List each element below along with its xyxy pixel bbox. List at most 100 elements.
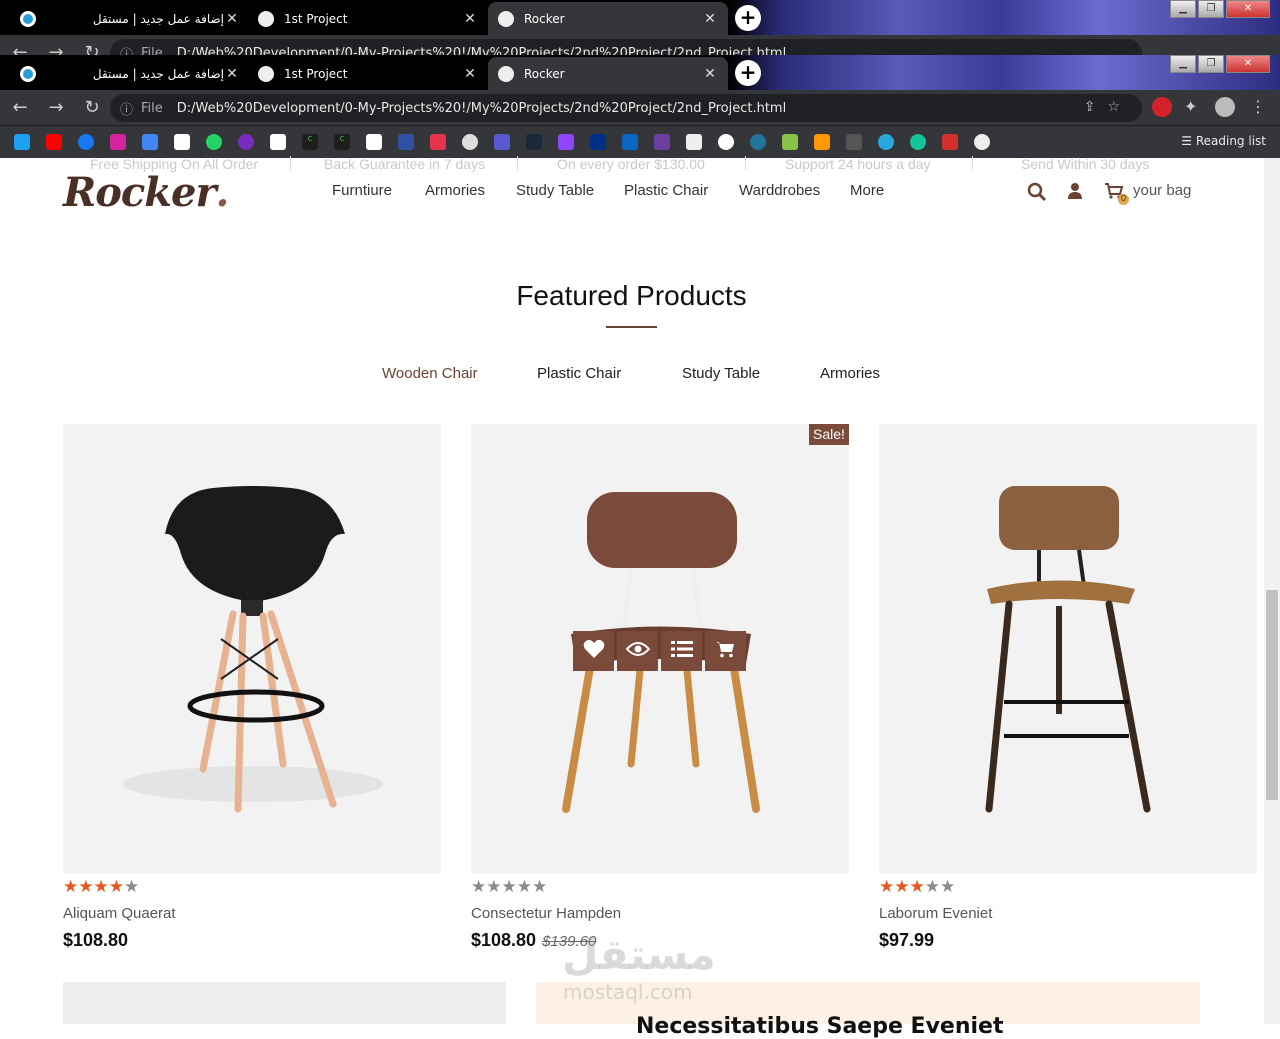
c-icon[interactable]: c (334, 134, 350, 150)
share-star-icons[interactable]: ⇪☆ (1084, 99, 1132, 115)
address-bar[interactable]: ⓘ File D:/Web%20Development/0-My-Project… (110, 39, 1142, 55)
site-logo[interactable]: Rocker. (63, 169, 229, 216)
paypal-icon[interactable] (590, 134, 606, 150)
bookmark-icon[interactable] (686, 134, 702, 150)
tab-mostaql[interactable]: إضافة عمل جديد | مستقل ✕ (10, 2, 250, 35)
twitch-icon[interactable] (558, 134, 574, 150)
nav-item-armories[interactable]: Armories (425, 182, 485, 199)
close-icon[interactable]: ✕ (462, 66, 478, 82)
tab-rocker[interactable]: Rocker ✕ (488, 57, 728, 90)
nav-item-more[interactable]: More (850, 182, 884, 199)
window-close-button[interactable]: ✕ (1226, 55, 1270, 73)
nav-item-furniture[interactable]: Furntiure (332, 182, 392, 199)
address-bar[interactable]: ⓘ File D:/Web%20Development/0-My-Project… (110, 94, 1142, 122)
filter-plastic-chair[interactable]: Plastic Chair (537, 365, 621, 382)
watermark-url: mostaql.com (563, 980, 693, 1004)
facebook-icon[interactable] (78, 134, 94, 150)
wishlist-button[interactable] (573, 631, 614, 671)
linkedin-icon[interactable] (622, 134, 638, 150)
puzzle-icon[interactable]: ✦ (1184, 97, 1204, 117)
scrollbar-thumb[interactable] (1266, 590, 1278, 800)
reload-icon[interactable]: ↻ (76, 97, 108, 118)
product-name[interactable]: Laborum Eveniet (879, 905, 992, 922)
product-price: $97.99 (879, 930, 935, 950)
k-icon[interactable] (430, 134, 446, 150)
bookmark-icon[interactable] (782, 134, 798, 150)
close-icon[interactable]: ✕ (462, 11, 478, 27)
tab-1st-project[interactable]: 1st Project ✕ (248, 2, 488, 35)
browser-chrome-duplicate: إضافة عمل جديد | مستقل ✕ 1st Project ✕ R… (0, 0, 1280, 55)
avatar[interactable] (1215, 97, 1235, 117)
forward-icon[interactable]: → (40, 97, 72, 118)
translate-icon[interactable] (142, 134, 158, 150)
bookmark-icon[interactable] (654, 134, 670, 150)
cart-count-badge: 0 (1118, 194, 1129, 205)
minimize-button[interactable]: ▁ (1170, 0, 1196, 18)
menu-dots-icon[interactable]: ⋮ (1250, 97, 1270, 117)
instagram-icon[interactable] (110, 134, 126, 150)
info-icon[interactable]: ⓘ (120, 44, 133, 56)
filter-wooden-chair[interactable]: Wooden Chair (382, 365, 478, 382)
steam-icon[interactable] (526, 134, 542, 150)
wordpress-icon[interactable] (750, 134, 766, 150)
close-icon[interactable]: ✕ (702, 11, 718, 27)
twitter-icon[interactable] (14, 134, 30, 150)
globe-icon (258, 10, 274, 27)
product-card[interactable] (879, 424, 1257, 874)
product-card[interactable] (63, 424, 441, 874)
codepen-icon[interactable] (174, 134, 190, 150)
youtube-icon[interactable] (46, 134, 62, 150)
bookmark-icon[interactable] (462, 134, 478, 150)
mal-icon[interactable] (398, 134, 414, 150)
info-icon[interactable]: ⓘ (120, 99, 133, 118)
close-icon[interactable]: ✕ (702, 66, 718, 82)
nav-item-study-table[interactable]: Study Table (516, 182, 594, 199)
new-tab-button[interactable]: + (735, 60, 761, 86)
back-icon[interactable]: ← (4, 42, 36, 55)
window-close-button[interactable]: ✕ (1226, 0, 1270, 18)
udemy-icon[interactable] (238, 134, 254, 150)
wix-icon[interactable] (366, 134, 382, 150)
adblock-icon[interactable] (1152, 97, 1172, 117)
c-icon[interactable]: c (302, 134, 318, 150)
cart-icon (715, 640, 737, 662)
toolbar: ← → ↻ ⓘ File D:/Web%20Development/0-My-P… (0, 90, 1280, 125)
tab-rocker[interactable]: Rocker ✕ (488, 2, 728, 35)
tab-1st-project[interactable]: 1st Project ✕ (248, 57, 488, 90)
grammarly-icon[interactable] (910, 134, 926, 150)
filter-armories[interactable]: Armories (820, 365, 880, 382)
product-name[interactable]: Aliquam Quaerat (63, 905, 176, 922)
maximize-button[interactable]: ❐ (1198, 55, 1224, 73)
compare-button[interactable] (661, 631, 702, 671)
bookmark-icon[interactable] (878, 134, 894, 150)
maximize-button[interactable]: ❐ (1198, 0, 1224, 18)
search-icon[interactable] (1027, 182, 1047, 207)
forward-icon[interactable]: → (40, 42, 72, 55)
bookmark-icon[interactable] (942, 134, 958, 150)
nav-item-wardrobes[interactable]: Warddrobes (739, 182, 820, 199)
globe-icon[interactable] (974, 134, 990, 150)
new-tab-button[interactable]: + (735, 5, 761, 31)
product-name[interactable]: Consectetur Hampden (471, 905, 621, 922)
minimize-button[interactable]: ▁ (1170, 55, 1196, 73)
back-icon[interactable]: ← (4, 97, 36, 118)
reload-icon[interactable]: ↻ (76, 42, 108, 55)
bag-label[interactable]: your bag (1133, 182, 1191, 199)
google-icon[interactable] (718, 134, 734, 150)
bookmark-icon[interactable] (846, 134, 862, 150)
watermark-arabic: مستقل (562, 930, 716, 979)
quick-view-button[interactable] (617, 631, 658, 671)
close-icon[interactable]: ✕ (224, 66, 240, 82)
close-icon[interactable]: ✕ (224, 11, 240, 27)
filter-study-table[interactable]: Study Table (682, 365, 760, 382)
amazon-icon[interactable] (814, 134, 830, 150)
user-icon[interactable] (1067, 182, 1083, 205)
add-to-cart-button[interactable] (705, 631, 746, 671)
tab-mostaql[interactable]: إضافة عمل جديد | مستقل ✕ (10, 57, 250, 90)
whatsapp-icon[interactable] (206, 134, 222, 150)
6k-icon[interactable] (494, 134, 510, 150)
rating-stars: ★★★★★ (879, 877, 956, 897)
nav-item-plastic-chair[interactable]: Plastic Chair (624, 182, 708, 199)
reading-list[interactable]: ☰ Reading list (1181, 134, 1266, 148)
bookmark-icon[interactable] (270, 134, 286, 150)
